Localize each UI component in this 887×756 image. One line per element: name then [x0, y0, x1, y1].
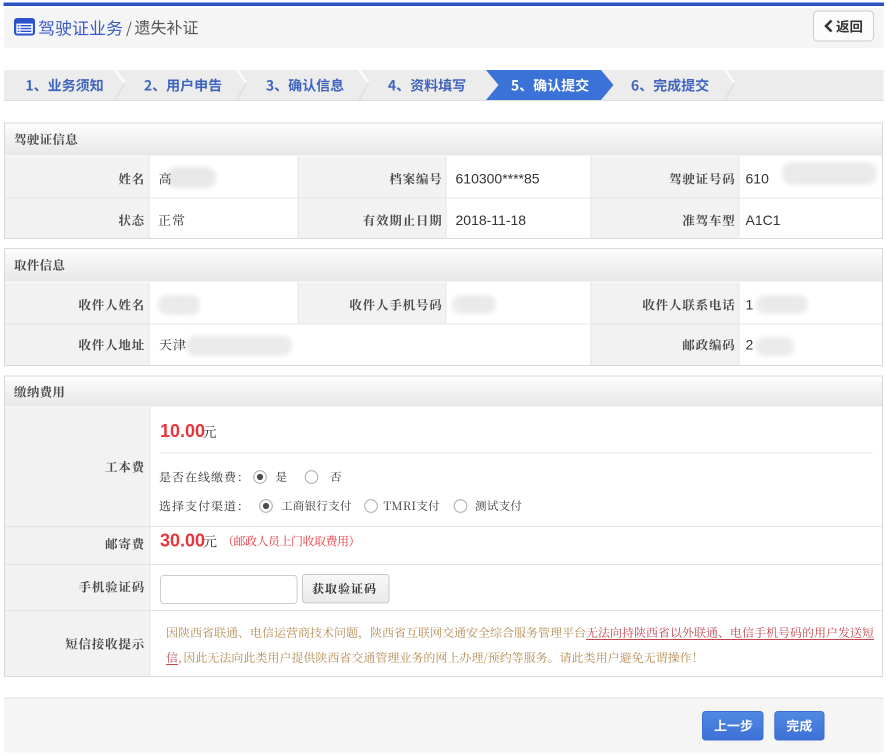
- svg-text:30.00: 30.00: [160, 531, 205, 551]
- svg-text:1: 1: [746, 297, 754, 313]
- svg-text:610: 610: [746, 171, 770, 187]
- svg-text:10.00: 10.00: [160, 421, 205, 441]
- svg-text:2: 2: [746, 337, 754, 353]
- svg-text:610300****85: 610300****85: [456, 171, 540, 187]
- svg-text:2018-11-18: 2018-11-18: [456, 212, 527, 228]
- svg-text:A1C1: A1C1: [746, 212, 781, 228]
